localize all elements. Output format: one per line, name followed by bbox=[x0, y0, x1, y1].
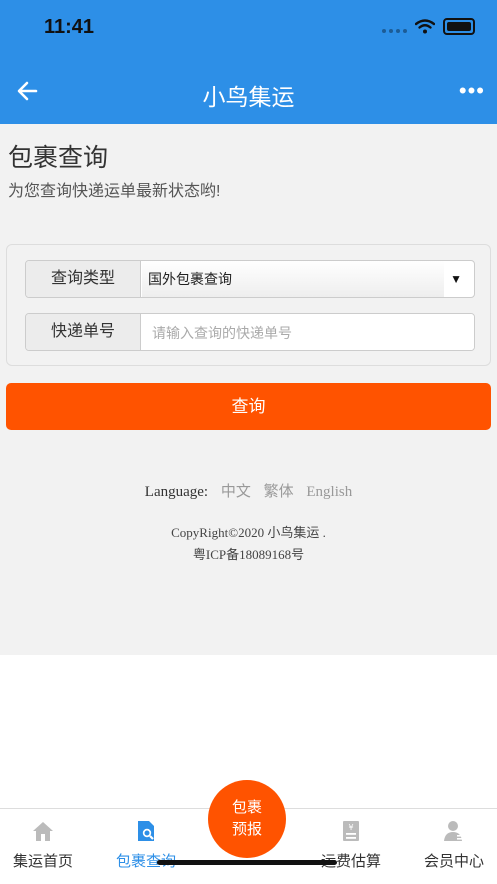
query-button[interactable]: 查询 bbox=[6, 383, 491, 430]
query-type-row: 查询类型 国外包裹查询 ▼ bbox=[25, 260, 475, 298]
home-icon bbox=[33, 822, 53, 841]
language-label: Language: bbox=[144, 484, 209, 500]
status-bar: 11:41 bbox=[0, 0, 497, 60]
status-time: 11:41 bbox=[44, 16, 95, 38]
copyright-text: CopyRight©2020 小鸟集运 . bbox=[171, 525, 326, 540]
query-type-label: 查询类型 bbox=[26, 261, 141, 297]
dropdown-caret-icon[interactable]: ▼ bbox=[450, 261, 462, 297]
freight-estimate-icon: ¥ bbox=[343, 821, 359, 841]
member-icon bbox=[444, 821, 465, 841]
signal-icon bbox=[382, 21, 407, 33]
svg-text:¥: ¥ bbox=[348, 823, 353, 832]
query-form: 查询类型 国外包裹查询 ▼ 快递单号 bbox=[6, 244, 491, 366]
query-type-select[interactable]: 国外包裹查询 bbox=[142, 261, 444, 297]
home-indicator bbox=[157, 860, 337, 865]
tab-parcel-search[interactable]: 包裹查询 bbox=[96, 809, 196, 884]
tab-home-label: 集运首页 bbox=[12, 853, 73, 870]
nav-title: 小鸟集运 bbox=[202, 84, 295, 110]
tracking-number-input[interactable] bbox=[142, 314, 474, 350]
footer: CopyRight©2020 小鸟集运 . 粤ICP备18089168号 bbox=[0, 522, 497, 566]
status-icons bbox=[382, 18, 475, 35]
navbar: 小鸟集运 ••• bbox=[0, 60, 497, 124]
tab-freight-estimate[interactable]: ¥ 运费估算 bbox=[301, 809, 401, 884]
language-option-en[interactable]: English bbox=[306, 484, 352, 500]
tracking-number-label: 快递单号 bbox=[26, 314, 141, 350]
page-subtitle: 为您查询快递运单最新状态哟! bbox=[8, 183, 221, 200]
tracking-number-row: 快递单号 bbox=[25, 313, 475, 351]
language-option-zh[interactable]: 中文 bbox=[221, 484, 251, 500]
parcel-forecast-button[interactable]: 包裹 预报 bbox=[208, 780, 286, 858]
parcel-search-icon bbox=[138, 821, 154, 841]
tab-member-center[interactable]: 会员中心 bbox=[404, 809, 497, 884]
battery-icon bbox=[443, 18, 475, 35]
parcel-forecast-line1: 包裹 bbox=[231, 799, 262, 816]
tab-member-center-label: 会员中心 bbox=[423, 853, 484, 870]
icp-text: 粤ICP备18089168号 bbox=[192, 547, 305, 562]
main-content: 包裹查询 为您查询快递运单最新状态哟! 查询类型 国外包裹查询 ▼ 快递单号 查… bbox=[0, 124, 497, 655]
language-selector: Language: 中文 繁体 English bbox=[0, 480, 497, 501]
page-title: 包裹查询 bbox=[8, 144, 109, 172]
language-option-zh-tw[interactable]: 繁体 bbox=[264, 484, 294, 500]
tab-home[interactable]: 集运首页 bbox=[0, 809, 93, 884]
more-menu-icon[interactable]: ••• bbox=[459, 80, 485, 102]
parcel-forecast-line2: 预报 bbox=[231, 821, 262, 838]
wifi-icon bbox=[415, 19, 435, 34]
